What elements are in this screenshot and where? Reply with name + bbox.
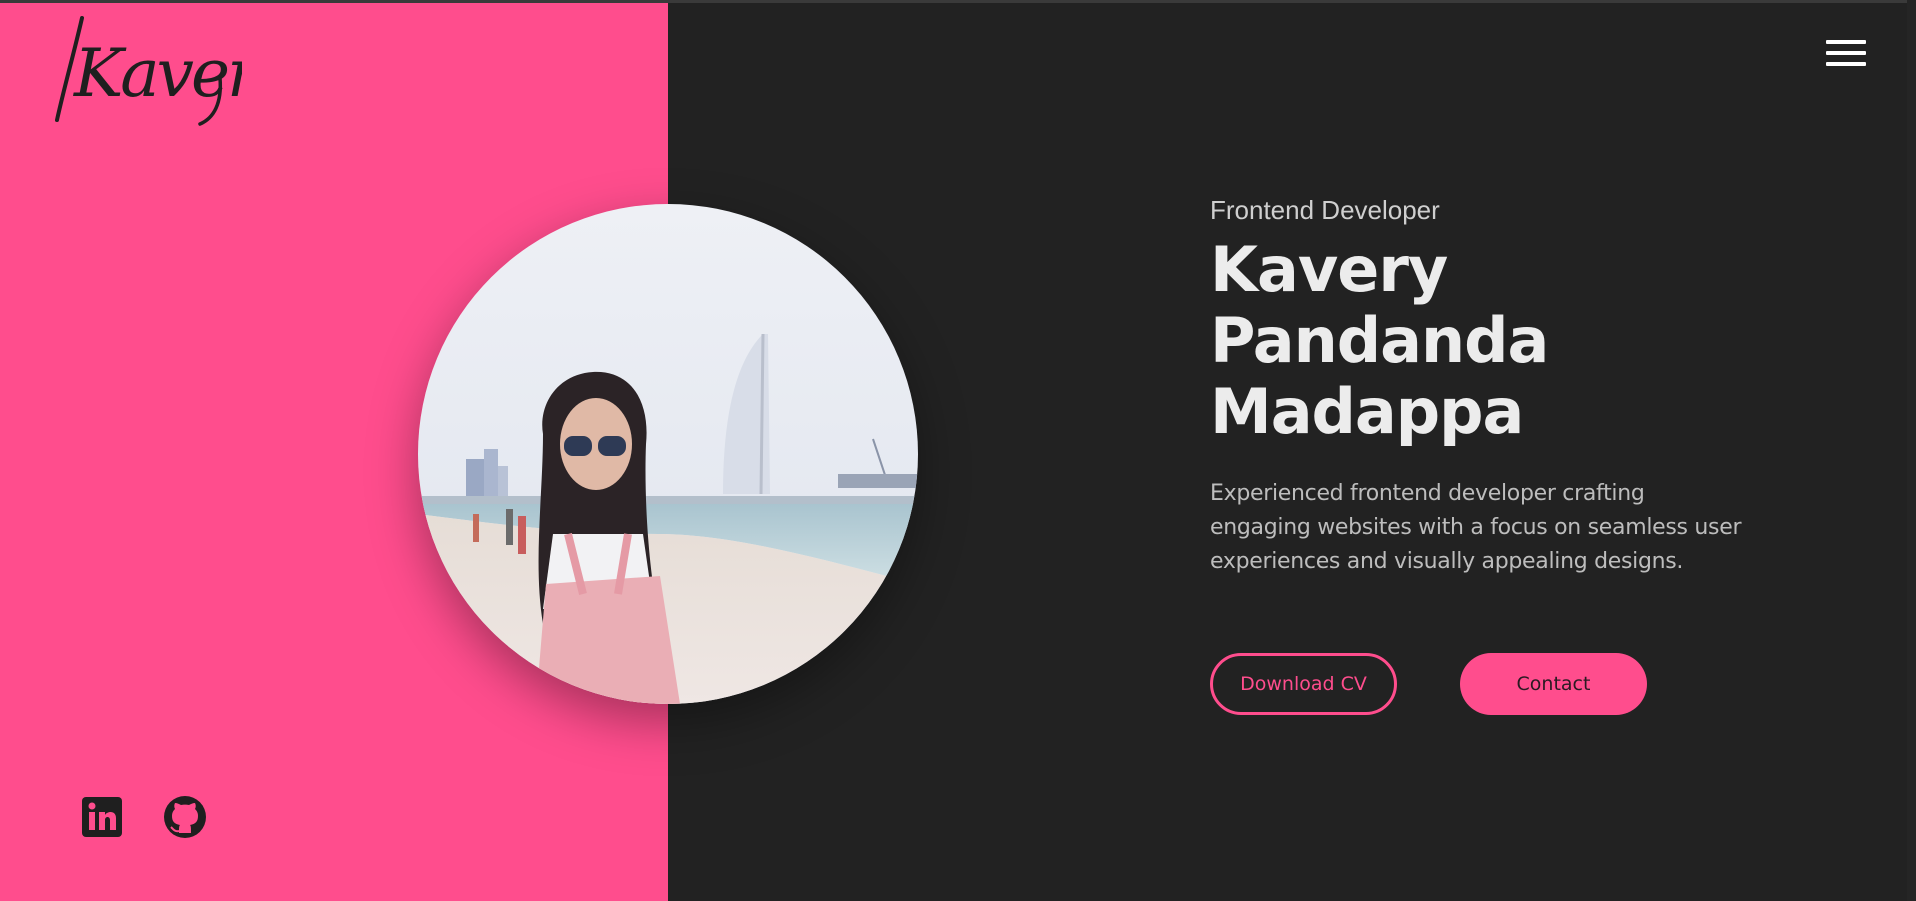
hero-description: Experienced frontend developer crafting … <box>1210 481 1742 574</box>
hero-section: Frontend Developer Kavery Pandanda Madap… <box>1210 192 1830 579</box>
hamburger-menu-icon[interactable] <box>1826 38 1866 68</box>
menu-line <box>1826 51 1866 55</box>
contact-button[interactable]: Contact <box>1460 653 1647 715</box>
github-icon[interactable] <box>163 795 207 839</box>
linkedin-icon[interactable] <box>80 795 124 839</box>
name-line-first: Kavery <box>1210 233 1448 306</box>
site-logo[interactable]: Kavery <box>52 8 242 128</box>
scrollbar-track[interactable] <box>1907 0 1916 901</box>
name-line-middle: Pandanda <box>1210 304 1549 377</box>
page: Kavery <box>0 0 1916 901</box>
job-title: Frontend Developer <box>1210 195 1440 225</box>
profile-photo <box>418 204 918 704</box>
menu-line <box>1826 40 1866 44</box>
hero-actions: Download CV Contact <box>1210 653 1710 715</box>
name-line-last: Madappa <box>1210 375 1524 448</box>
full-name-heading: Kavery Pandanda Madappa <box>1210 234 1830 447</box>
menu-line <box>1826 62 1866 66</box>
logo-text: Kavery <box>73 35 242 112</box>
download-cv-button[interactable]: Download CV <box>1210 653 1397 715</box>
